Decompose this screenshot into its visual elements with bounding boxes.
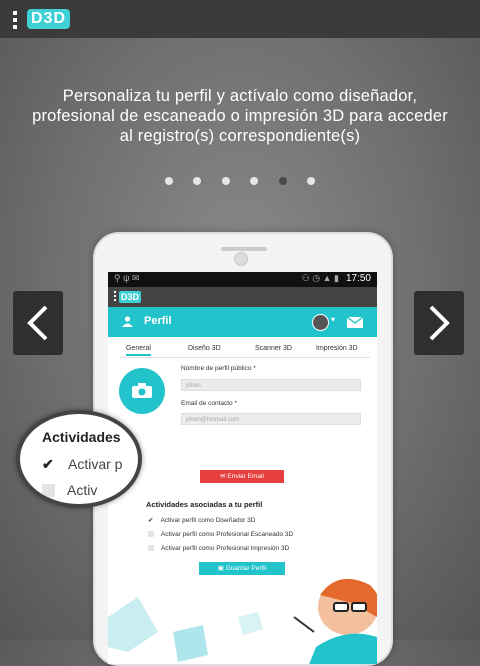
menu-dots-icon[interactable]	[13, 11, 17, 32]
send-email-label: Enviar Email	[227, 473, 264, 480]
save-profile-label: Guardar Perfil	[225, 565, 267, 572]
mail-icon[interactable]	[347, 317, 363, 328]
tab-impresion-3d[interactable]: Impresión 3D	[316, 345, 358, 352]
status-time: 17:50	[345, 273, 371, 284]
page-dot[interactable]	[193, 177, 202, 185]
activity-printer[interactable]: Activar perfil como Profesional Impresió…	[148, 545, 289, 552]
tab-scanner-3d[interactable]: Scanner 3D	[255, 345, 292, 352]
status-left-icons: ⚲ ψ ✉	[114, 273, 140, 283]
menu-dots-icon[interactable]	[114, 291, 116, 303]
page-dot-active[interactable]	[278, 177, 287, 185]
email-input[interactable]: jdoen@hotmail.com	[181, 413, 361, 425]
status-right-icons: ⚇ ◷ ▲ ▮	[301, 273, 339, 283]
send-email-button[interactable]: ✉ Enviar Email	[200, 470, 284, 483]
magnifier-row-unchecked: Activ	[42, 482, 97, 498]
activity-scanner[interactable]: Activar perfil como Profesional Escanead…	[148, 531, 293, 538]
app-bar: D3D	[108, 287, 377, 307]
page-dot[interactable]	[221, 177, 230, 185]
checkbox[interactable]	[148, 531, 154, 537]
profile-photo[interactable]	[119, 368, 165, 414]
activity-label: Activar perfil como Profesional Escanead…	[161, 531, 294, 538]
checkbox[interactable]	[148, 545, 154, 551]
activity-label: Activar perfil como Profesional Impresió…	[161, 545, 290, 552]
user-icon	[122, 316, 133, 327]
page-dot[interactable]	[250, 177, 259, 185]
magnifier-row-label: Activ	[67, 482, 98, 498]
zoom-magnifier: Actividades ✔ Activar p Activ	[16, 410, 142, 508]
check-icon: ✔	[42, 456, 54, 472]
chevron-down-icon[interactable]: ▾	[331, 315, 335, 324]
magnifier-row-label: Activar p	[68, 456, 123, 472]
chevron-right-icon	[429, 305, 450, 341]
profile-title: Perfil	[144, 315, 172, 327]
avatar[interactable]	[312, 314, 329, 331]
chevron-left-icon	[27, 305, 48, 341]
magnifier-title: Actividades	[42, 429, 121, 445]
phone-camera	[234, 252, 248, 266]
profile-tabs: General Diseño 3D Scanner 3D Impresión 3…	[108, 341, 377, 361]
onboarding-headline: Personaliza tu perfil y actívalo como di…	[32, 87, 448, 145]
profile-header: Perfil ▾	[108, 307, 377, 337]
check-icon: ✔	[148, 517, 154, 524]
page-dot[interactable]	[307, 177, 316, 185]
camera-icon	[132, 383, 152, 398]
name-input[interactable]: jdoen	[181, 379, 361, 391]
save-icon: ▣	[217, 565, 226, 572]
top-bar: D3D	[0, 0, 480, 38]
name-label: Nombre de perfil público *	[181, 365, 256, 372]
activity-label: Activar perfil como Diseñador 3D	[160, 517, 256, 524]
phone-screen: ⚲ ψ ✉ ⚇ ◷ ▲ ▮ 17:50 D3D Perfil ▾ General…	[108, 272, 377, 664]
page-dot[interactable]	[164, 177, 173, 185]
magnifier-row-checked: ✔ Activar p	[42, 456, 122, 473]
page-indicator	[0, 172, 480, 190]
activity-designer[interactable]: ✔ Activar perfil como Diseñador 3D	[148, 516, 255, 524]
tab-general[interactable]: General	[126, 345, 151, 356]
activities-title: Actividades asociadas a tu perfil	[146, 500, 263, 509]
tab-diseno-3d[interactable]: Diseño 3D	[188, 345, 221, 352]
decorative-illustration	[108, 578, 377, 664]
previous-button[interactable]	[13, 291, 63, 355]
status-bar: ⚲ ψ ✉ ⚇ ◷ ▲ ▮ 17:50	[108, 272, 377, 287]
tab-divider	[120, 357, 370, 358]
phone-speaker	[221, 247, 267, 251]
app-logo: D3D	[27, 9, 71, 29]
next-button[interactable]	[414, 291, 464, 355]
email-label: Email de contacto *	[181, 400, 238, 407]
save-profile-button[interactable]: ▣ Guardar Perfil	[199, 562, 285, 575]
app-logo-small: D3D	[119, 291, 142, 303]
checkbox-icon	[42, 484, 55, 497]
